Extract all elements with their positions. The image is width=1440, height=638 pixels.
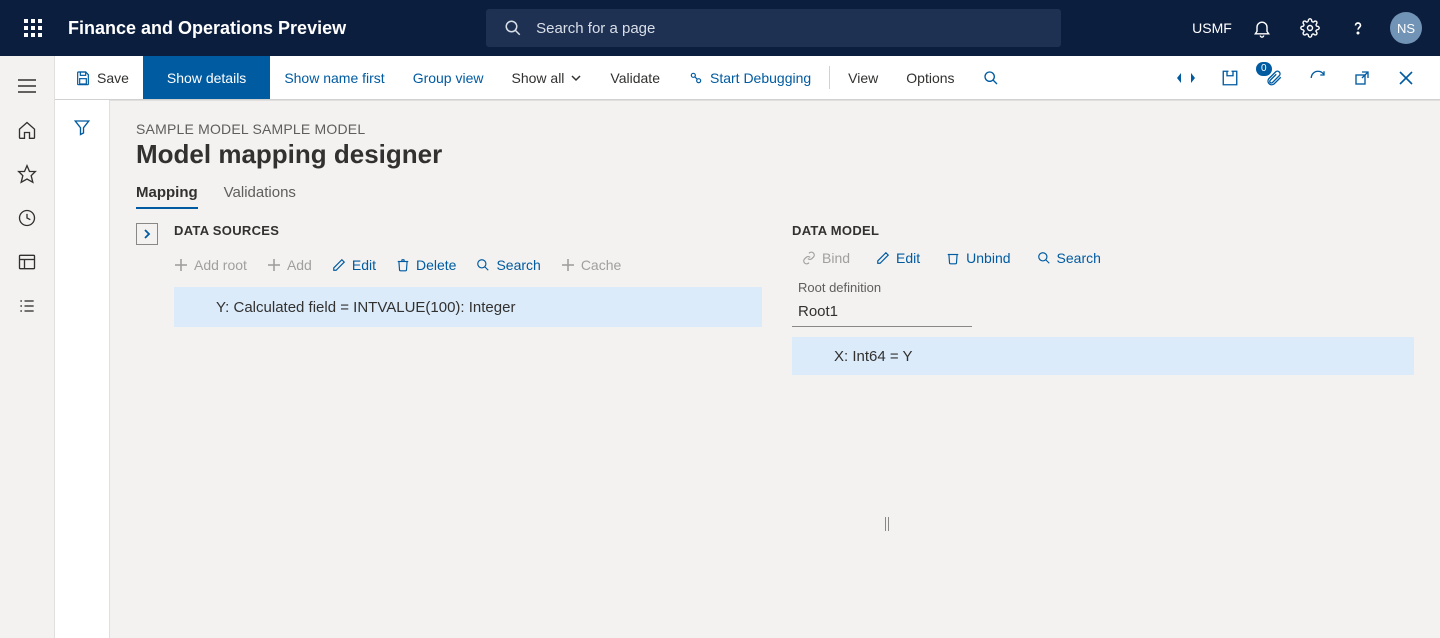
search-input[interactable] — [536, 20, 1043, 37]
avatar: NS — [1390, 12, 1422, 44]
plus-icon — [174, 258, 188, 272]
page-title: Model mapping designer — [136, 139, 1414, 170]
workspaces-icon[interactable] — [5, 244, 49, 280]
show-all-dropdown[interactable]: Show all — [498, 56, 597, 99]
tabs: Mapping Validations — [136, 184, 1414, 209]
trash-icon — [396, 258, 410, 272]
edit-button[interactable]: Edit — [332, 257, 376, 273]
modules-icon[interactable] — [5, 288, 49, 324]
popout-icon[interactable] — [1340, 56, 1384, 100]
data-sources-title: DATA SOURCES — [174, 223, 279, 238]
separator — [829, 66, 830, 89]
show-details-button[interactable]: Show details — [143, 56, 270, 99]
filter-strip — [55, 100, 110, 638]
show-name-first-button[interactable]: Show name first — [270, 56, 398, 99]
view-menu[interactable]: View — [834, 56, 892, 99]
notifications-icon[interactable] — [1238, 0, 1286, 56]
pencil-icon — [332, 258, 346, 272]
close-icon[interactable] — [1384, 56, 1428, 100]
settings-icon[interactable] — [1286, 0, 1334, 56]
search-ds-button[interactable]: Search — [476, 257, 540, 273]
global-search[interactable] — [486, 9, 1061, 47]
bind-button[interactable]: Bind — [802, 250, 850, 266]
app-header: Finance and Operations Preview USMF NS — [0, 0, 1440, 56]
search-icon — [983, 70, 999, 86]
debug-icon — [688, 70, 704, 86]
trash-icon — [946, 251, 960, 265]
group-view-button[interactable]: Group view — [399, 56, 498, 99]
search-icon — [476, 258, 490, 272]
home-icon[interactable] — [5, 112, 49, 148]
save-button[interactable]: Save — [55, 56, 143, 99]
plus-icon — [561, 258, 575, 272]
attachments-icon[interactable]: 0 — [1252, 56, 1296, 100]
root-definition-value[interactable]: Root1 — [792, 299, 972, 327]
breadcrumb: SAMPLE MODEL SAMPLE MODEL — [136, 121, 1414, 137]
chevron-down-icon — [570, 72, 582, 84]
plus-icon — [267, 258, 281, 272]
data-model-title: DATA MODEL — [792, 223, 1414, 238]
user-avatar[interactable]: NS — [1382, 0, 1430, 56]
page-content: SAMPLE MODEL SAMPLE MODEL Model mapping … — [110, 100, 1440, 638]
pencil-icon — [876, 251, 890, 265]
related-info-icon[interactable] — [1164, 56, 1208, 100]
edit-dm-button[interactable]: Edit — [876, 250, 920, 266]
delete-button[interactable]: Delete — [396, 257, 456, 273]
attachments-count: 0 — [1256, 62, 1272, 76]
waffle-icon[interactable] — [10, 5, 56, 51]
data-model-panel: DATA MODEL Bind Edit Unbind Search — [792, 223, 1414, 375]
app-title: Finance and Operations Preview — [68, 18, 346, 39]
recent-icon[interactable] — [5, 200, 49, 236]
link-icon — [802, 251, 816, 265]
unbind-button[interactable]: Unbind — [946, 250, 1010, 266]
company-selector[interactable]: USMF — [1190, 0, 1238, 56]
filter-icon[interactable] — [73, 118, 91, 638]
left-nav-rail — [0, 56, 55, 638]
root-definition-label: Root definition — [792, 280, 1414, 295]
tab-validations[interactable]: Validations — [224, 184, 296, 209]
search-dm-button[interactable]: Search — [1037, 250, 1101, 266]
refresh-icon[interactable] — [1296, 56, 1340, 100]
hamburger-icon[interactable] — [5, 68, 49, 104]
open-in-new-window-icon[interactable] — [1208, 56, 1252, 100]
add-root-button[interactable]: Add root — [174, 257, 247, 273]
start-debugging-button[interactable]: Start Debugging — [674, 56, 825, 99]
quick-search-button[interactable] — [969, 56, 1013, 99]
expand-panel-icon[interactable] — [136, 223, 158, 245]
validate-button[interactable]: Validate — [596, 56, 674, 99]
options-menu[interactable]: Options — [892, 56, 968, 99]
search-icon — [1037, 251, 1051, 265]
data-source-row[interactable]: Y: Calculated field = INTVALUE(100): Int… — [174, 287, 762, 327]
splitter-handle[interactable] — [884, 517, 890, 533]
data-model-row[interactable]: X: Int64 = Y — [792, 337, 1414, 375]
help-icon[interactable] — [1334, 0, 1382, 56]
favorites-icon[interactable] — [5, 156, 49, 192]
cache-button[interactable]: Cache — [561, 257, 621, 273]
search-icon — [504, 19, 522, 37]
save-icon — [75, 70, 91, 86]
add-button[interactable]: Add — [267, 257, 312, 273]
command-bar: Save Show details Show name first Group … — [0, 56, 1440, 100]
tab-mapping[interactable]: Mapping — [136, 184, 198, 209]
data-sources-panel: DATA SOURCES Add root Add Edit Delete — [136, 223, 762, 375]
